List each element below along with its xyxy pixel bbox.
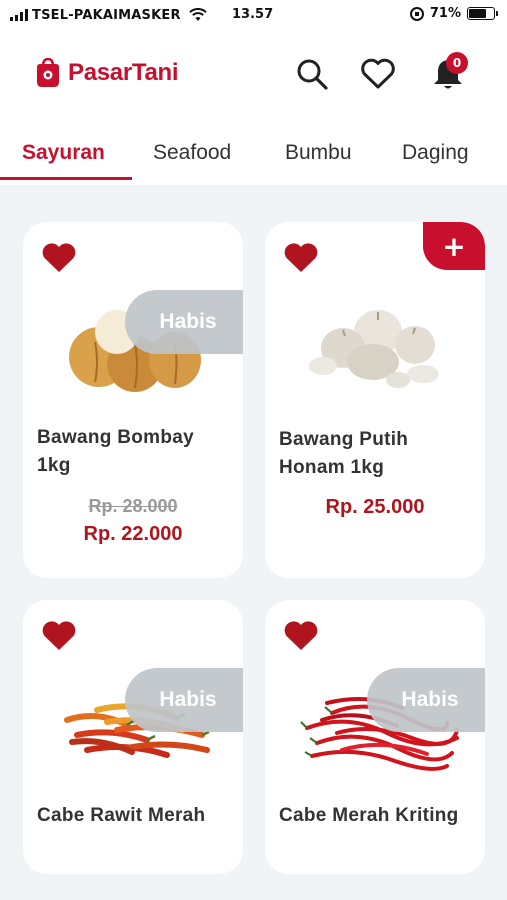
signal-icon (10, 9, 28, 21)
tab-seafood[interactable]: Seafood (153, 135, 231, 165)
product-name: Bawang Putih Honam 1kg (279, 429, 409, 478)
product-old-price: Rp. 28.000 (88, 496, 178, 516)
tab-bumbu[interactable]: Bumbu (285, 135, 352, 165)
heart-filled-icon[interactable] (41, 242, 77, 274)
product-card[interactable]: + Bawang Putih Honam 1kg Rp. 25.000 (265, 222, 485, 578)
battery-icon (467, 7, 498, 20)
heart-filled-icon[interactable] (41, 620, 77, 652)
product-price: Rp. 22.000 (83, 523, 183, 545)
product-name: Bawang Bombay 1kg (37, 427, 194, 476)
notifications-button[interactable]: 0 (430, 52, 468, 92)
search-button[interactable] (294, 56, 330, 92)
battery-fill (469, 9, 487, 18)
logo[interactable]: PasarTani (34, 58, 179, 88)
out-of-stock-badge: Habis (125, 668, 243, 732)
out-of-stock-badge: Habis (367, 668, 485, 732)
product-price: Rp. 25.000 (325, 496, 425, 518)
tab-sayuran[interactable]: Sayuran (22, 135, 105, 165)
heart-filled-icon[interactable] (283, 242, 319, 274)
tab-daging[interactable]: Daging (402, 135, 469, 165)
carrier-name: TSEL-PAKAIMASKER (32, 7, 181, 23)
heart-outline-icon (361, 58, 395, 89)
product-card[interactable]: Habis Cabe Merah Kriting (265, 600, 485, 874)
heart-filled-icon[interactable] (283, 620, 319, 652)
status-time: 13.57 (232, 7, 274, 22)
app-header: PasarTani 0 Sayuran Seafood Bumbu Daging (0, 30, 507, 185)
orientation-lock-icon (409, 6, 424, 21)
logo-bag-icon (37, 58, 59, 87)
logo-text: PasarTani (68, 59, 179, 86)
product-name: Cabe Merah Kriting (279, 805, 459, 826)
product-card[interactable]: Habis Bawang Bombay 1kg Rp. 28.000 Rp. 2… (23, 222, 243, 578)
status-bar: TSEL-PAKAIMASKER 13.57 71% (0, 0, 507, 30)
wifi-icon (188, 8, 207, 21)
product-card[interactable]: Habis Cabe Rawit Merah (23, 600, 243, 874)
out-of-stock-badge: Habis (125, 290, 243, 354)
garlic-image (309, 310, 439, 388)
battery-percent: 71% (429, 6, 461, 21)
add-to-cart-button[interactable]: + (423, 222, 485, 270)
notification-badge: 0 (446, 52, 468, 74)
search-icon (297, 59, 328, 90)
product-name: Cabe Rawit Merah (37, 805, 206, 826)
active-tab-indicator (0, 177, 132, 180)
favorites-button[interactable] (360, 56, 396, 92)
